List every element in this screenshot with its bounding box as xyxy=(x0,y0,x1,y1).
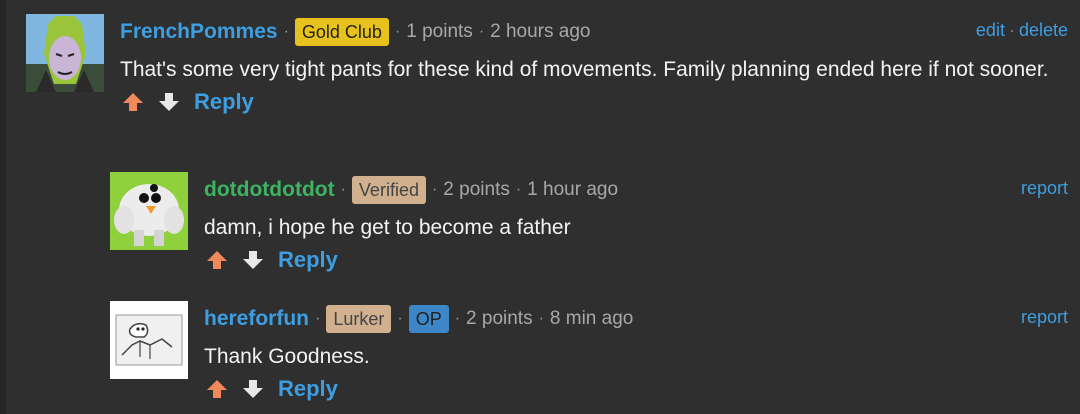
separator: · xyxy=(394,23,401,40)
separator: · xyxy=(315,310,321,327)
arrow-up-icon[interactable] xyxy=(200,375,234,403)
avatar[interactable] xyxy=(26,14,104,92)
comment-text: Thank Goodness. xyxy=(204,345,370,368)
reply-button[interactable]: Reply xyxy=(278,376,338,402)
separator: · xyxy=(478,23,485,40)
comment-controls: Reply xyxy=(200,372,1068,406)
separator: · xyxy=(515,181,522,198)
separator: · xyxy=(340,181,346,198)
arrow-down-icon[interactable] xyxy=(152,88,186,116)
comment-actions: edit · delete xyxy=(976,20,1068,41)
avatar[interactable] xyxy=(110,172,188,250)
comment-actions: report xyxy=(1021,178,1068,199)
comment-text: damn, i hope he get to become a father xyxy=(204,216,571,239)
report-link[interactable]: report xyxy=(1021,178,1068,198)
comment-controls: Reply xyxy=(116,85,1068,119)
comment-meta: FrenchPommes · Gold Club · 1 points · 2 … xyxy=(120,14,1068,50)
timestamp: 2 hours ago xyxy=(490,21,591,42)
arrow-down-icon[interactable] xyxy=(236,246,270,274)
user-flair-badge: Lurker xyxy=(326,305,392,333)
username-link[interactable]: FrenchPommes xyxy=(120,20,278,44)
separator: · xyxy=(283,23,289,40)
user-flair-badge: Gold Club xyxy=(294,18,389,46)
points-count: 2 points xyxy=(466,308,533,329)
points-count: 1 points xyxy=(406,21,473,42)
reply-button[interactable]: Reply xyxy=(194,89,254,115)
comment-meta: hereforfun · Lurker · OP · 2 points · 8 … xyxy=(204,301,1068,337)
separator: · xyxy=(454,310,461,327)
arrow-up-icon[interactable] xyxy=(200,246,234,274)
timestamp: 8 min ago xyxy=(549,308,634,329)
comment-2: dotdotdotdot · Verified · 2 points · 1 h… xyxy=(110,172,1068,284)
points-count: 2 points xyxy=(443,179,510,200)
separator: · xyxy=(1008,20,1015,40)
user-flair-badge: Verified xyxy=(351,176,426,204)
separator: · xyxy=(538,310,544,327)
timestamp: 1 hour ago xyxy=(527,179,619,200)
comment-controls: Reply xyxy=(200,243,1068,277)
separator: · xyxy=(431,181,438,198)
report-link[interactable]: report xyxy=(1021,307,1068,327)
comment-actions: report xyxy=(1021,307,1068,328)
reply-button[interactable]: Reply xyxy=(278,247,338,273)
edit-link[interactable]: edit xyxy=(976,20,1005,40)
comment-3: hereforfun · Lurker · OP · 2 points · 8 … xyxy=(110,301,1068,413)
op-badge: OP xyxy=(408,305,449,333)
username-link[interactable]: hereforfun xyxy=(204,307,309,331)
username-link[interactable]: dotdotdotdot xyxy=(204,178,335,202)
separator: · xyxy=(397,310,403,327)
arrow-down-icon[interactable] xyxy=(236,375,270,403)
thread-line xyxy=(0,0,6,414)
comment-meta: dotdotdotdot · Verified · 2 points · 1 h… xyxy=(204,172,1068,208)
comment-text: That's some very tight pants for these k… xyxy=(120,58,1049,81)
comment-1: FrenchPommes · Gold Club · 1 points · 2 … xyxy=(26,14,1068,154)
delete-link[interactable]: delete xyxy=(1019,20,1068,40)
comment-thread: FrenchPommes · Gold Club · 1 points · 2 … xyxy=(0,0,1080,414)
avatar[interactable] xyxy=(110,301,188,379)
arrow-up-icon[interactable] xyxy=(116,88,150,116)
